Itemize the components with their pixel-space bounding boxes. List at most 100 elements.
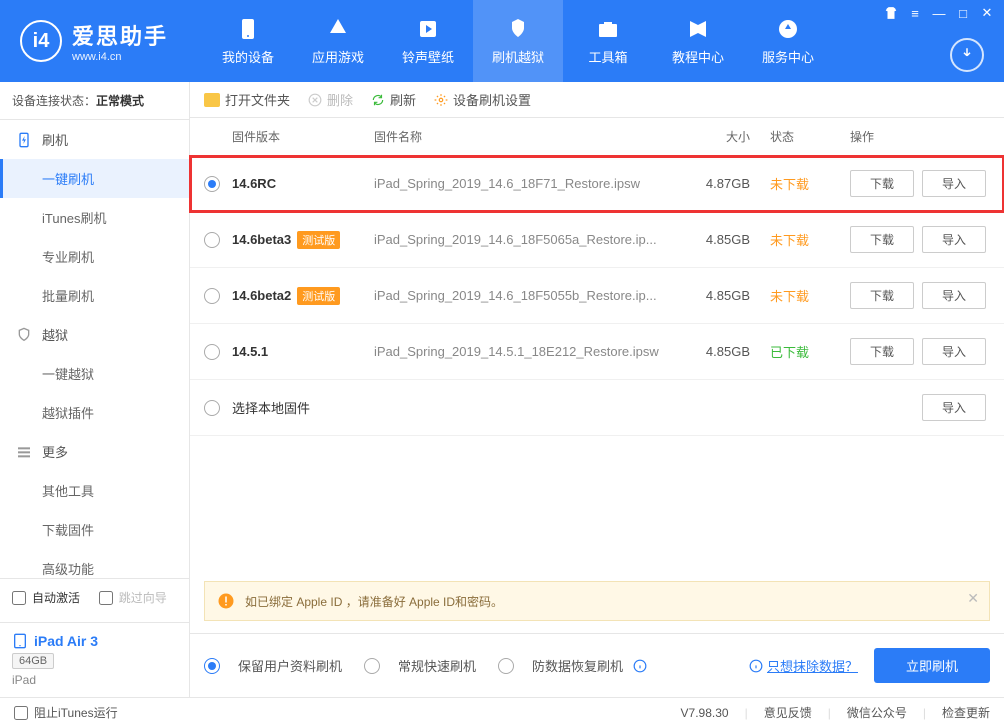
- beta-badge: 测试版: [297, 287, 340, 305]
- sync-button[interactable]: [950, 38, 984, 72]
- sidebar-item-专业刷机[interactable]: 专业刷机: [0, 237, 189, 276]
- firmware-row[interactable]: 14.6beta3 测试版 iPad_Spring_2019_14.6_18F506…: [190, 212, 1004, 268]
- skip-wizard-checkbox[interactable]: [99, 591, 113, 605]
- delete-button[interactable]: 删除: [308, 90, 353, 109]
- beta-badge: 测试版: [297, 231, 340, 249]
- maximize-button[interactable]: □: [952, 4, 974, 22]
- gear-icon: [434, 93, 448, 107]
- nav-0[interactable]: 我的设备: [203, 0, 293, 82]
- sidebar: 设备连接状态：正常模式 刷机一键刷机iTunes刷机专业刷机批量刷机越狱一键越狱…: [0, 82, 190, 697]
- nav-4[interactable]: 工具箱: [563, 0, 653, 82]
- row-radio[interactable]: [204, 400, 220, 416]
- warning-text: 如已绑定 Apple ID ，请准备好 Apple ID和密码。: [245, 593, 503, 610]
- nav-icon: [236, 17, 260, 41]
- firmware-size: 4.85GB: [670, 232, 750, 247]
- opt-anti-recovery[interactable]: 防数据恢复刷机: [498, 656, 647, 675]
- local-firmware-row[interactable]: 选择本地固件导入: [190, 380, 1004, 436]
- sidebar-item-批量刷机[interactable]: 批量刷机: [0, 276, 189, 315]
- nav-6[interactable]: 服务中心: [743, 0, 833, 82]
- tshirt-icon[interactable]: [880, 4, 902, 22]
- version-label: V7.98.30: [681, 706, 729, 720]
- firmware-version: 14.6beta3: [232, 232, 291, 247]
- sidebar-item-下载固件[interactable]: 下载固件: [0, 510, 189, 549]
- sidebar-group-刷机[interactable]: 刷机: [0, 120, 189, 159]
- sidebar-item-其他工具[interactable]: 其他工具: [0, 471, 189, 510]
- nav-2[interactable]: 铃声壁纸: [383, 0, 473, 82]
- download-button[interactable]: 下载: [850, 338, 914, 365]
- row-radio[interactable]: [204, 288, 220, 304]
- tablet-icon: [12, 633, 28, 649]
- warning-bar: 如已绑定 Apple ID ，请准备好 Apple ID和密码。 ✕: [204, 581, 990, 621]
- sidebar-group-更多[interactable]: 更多: [0, 432, 189, 471]
- sidebar-item-一键刷机[interactable]: 一键刷机: [0, 159, 189, 198]
- info-icon: [749, 659, 763, 673]
- device-settings-button[interactable]: 设备刷机设置: [434, 90, 531, 109]
- firmware-name: iPad_Spring_2019_14.5.1_18E212_Restore.i…: [374, 344, 670, 359]
- firmware-size: 4.87GB: [670, 176, 750, 191]
- firmware-name: iPad_Spring_2019_14.6_18F5065a_Restore.i…: [374, 232, 670, 247]
- check-update-link[interactable]: 检查更新: [942, 704, 990, 721]
- import-button[interactable]: 导入: [922, 226, 986, 253]
- sidebar-item-越狱插件[interactable]: 越狱插件: [0, 393, 189, 432]
- import-button[interactable]: 导入: [922, 394, 986, 421]
- feedback-link[interactable]: 意见反馈: [764, 704, 812, 721]
- sidebar-options: 自动激活 跳过向导: [0, 578, 189, 622]
- firmware-status: 未下载: [750, 286, 830, 305]
- col-version: 固件版本: [204, 128, 374, 145]
- firmware-row[interactable]: 14.6RCiPad_Spring_2019_14.6_18F71_Restor…: [190, 156, 1004, 212]
- sidebar-item-iTunes刷机[interactable]: iTunes刷机: [0, 198, 189, 237]
- nav-icon: [776, 17, 800, 41]
- minimize-button[interactable]: —: [928, 4, 950, 22]
- row-radio[interactable]: [204, 232, 220, 248]
- refresh-button[interactable]: 刷新: [371, 90, 416, 109]
- import-button[interactable]: 导入: [922, 170, 986, 197]
- close-button[interactable]: ✕: [976, 4, 998, 22]
- auto-activate-checkbox[interactable]: [12, 591, 26, 605]
- nav-3[interactable]: 刷机越狱: [473, 0, 563, 82]
- nav-icon: [686, 17, 710, 41]
- sidebar-menu: 刷机一键刷机iTunes刷机专业刷机批量刷机越狱一键越狱越狱插件更多其他工具下载…: [0, 120, 189, 578]
- sidebar-item-一键越狱[interactable]: 一键越狱: [0, 354, 189, 393]
- firmware-status: 未下载: [750, 174, 830, 193]
- device-name[interactable]: iPad Air 3: [34, 633, 98, 649]
- app-logo: i4 爱思助手 www.i4.cn: [0, 19, 188, 63]
- firmware-size: 4.85GB: [670, 288, 750, 303]
- info-icon[interactable]: [633, 659, 647, 673]
- download-button[interactable]: 下载: [850, 226, 914, 253]
- flash-options: 保留用户资料刷机 常规快速刷机 防数据恢复刷机 只想抹除数据？ 立即刷机: [190, 633, 1004, 697]
- download-button[interactable]: 下载: [850, 282, 914, 309]
- app-title: 爱思助手: [72, 19, 168, 51]
- erase-data-link[interactable]: 只想抹除数据？: [767, 656, 858, 675]
- refresh-icon: [371, 93, 385, 107]
- opt-keep-data[interactable]: 保留用户资料刷机: [204, 656, 342, 675]
- opt-normal-flash[interactable]: 常规快速刷机: [364, 656, 476, 675]
- device-status: 设备连接状态：正常模式: [0, 82, 189, 120]
- sidebar-item-高级功能[interactable]: 高级功能: [0, 549, 189, 578]
- firmware-name: iPad_Spring_2019_14.6_18F71_Restore.ipsw: [374, 176, 670, 191]
- import-button[interactable]: 导入: [922, 338, 986, 365]
- block-itunes-checkbox[interactable]: [14, 706, 28, 720]
- wechat-link[interactable]: 微信公众号: [847, 704, 907, 721]
- nav-1[interactable]: 应用游戏: [293, 0, 383, 82]
- open-folder-button[interactable]: 打开文件夹: [204, 90, 290, 109]
- download-button[interactable]: 下载: [850, 170, 914, 197]
- firmware-row[interactable]: 14.5.1 iPad_Spring_2019_14.5.1_18E212_Res…: [190, 324, 1004, 380]
- nav-icon: [506, 17, 530, 41]
- sidebar-group-越狱[interactable]: 越狱: [0, 315, 189, 354]
- warning-icon: [217, 592, 235, 610]
- warning-close-button[interactable]: ✕: [967, 590, 979, 607]
- firmware-row[interactable]: 14.6beta2测试版iPad_Spring_2019_14.6_18F505…: [190, 268, 1004, 324]
- col-action: 操作: [830, 128, 990, 145]
- firmware-version: 14.5.1: [232, 344, 268, 359]
- import-button[interactable]: 导入: [922, 282, 986, 309]
- folder-icon: [204, 93, 220, 107]
- row-radio[interactable]: [204, 176, 220, 192]
- nav-icon: [596, 17, 620, 41]
- row-radio[interactable]: [204, 344, 220, 360]
- firmware-size: 4.85GB: [670, 344, 750, 359]
- nav-5[interactable]: 教程中心: [653, 0, 743, 82]
- firmware-version: 14.6beta2: [232, 288, 291, 303]
- flash-now-button[interactable]: 立即刷机: [874, 648, 990, 683]
- nav-icon: [326, 17, 350, 41]
- menu-icon[interactable]: ≡: [904, 4, 926, 22]
